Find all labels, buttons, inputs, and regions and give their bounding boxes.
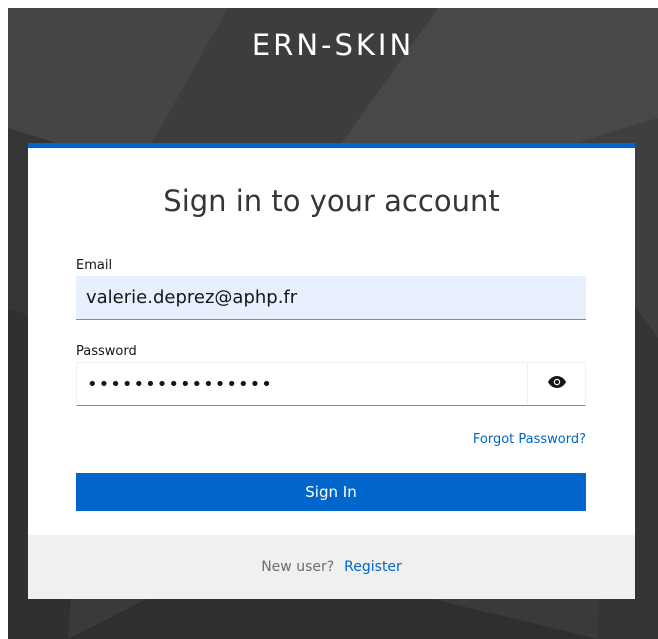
- password-label: Password: [76, 344, 137, 359]
- forgot-password-link[interactable]: Forgot Password?: [473, 432, 586, 447]
- app-title: ERN-SKIN: [251, 28, 415, 62]
- new-user-text: New user?: [261, 559, 335, 575]
- register-footer: New user? Register: [28, 535, 635, 599]
- password-field[interactable]: ••••••••••••••••: [77, 363, 527, 405]
- page-title: Sign in to your account: [163, 184, 500, 218]
- eye-icon: [547, 375, 566, 393]
- register-link[interactable]: Register: [344, 559, 402, 575]
- password-field-group: ••••••••••••••••: [76, 362, 586, 406]
- show-password-button[interactable]: [527, 363, 585, 405]
- email-field[interactable]: valerie.deprez@aphp.fr: [76, 276, 586, 320]
- email-label: Email: [76, 258, 113, 273]
- login-card: Sign in to your account Email valerie.de…: [28, 143, 635, 599]
- sign-in-button[interactable]: Sign In: [76, 473, 586, 511]
